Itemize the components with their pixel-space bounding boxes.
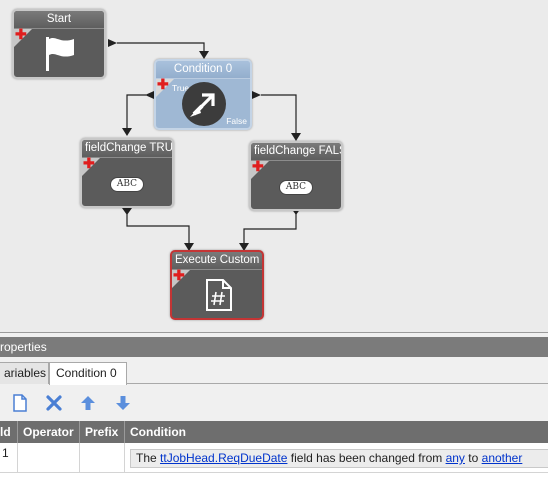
wire-condition-true — [126, 94, 146, 128]
field-link[interactable]: ttJobHead.ReqDueDate — [160, 451, 287, 465]
from-value-link[interactable]: any — [446, 451, 465, 465]
false-branch-label: False — [226, 116, 247, 126]
workflow-canvas[interactable]: Start ✚ Condition 0 ✚ True False fieldCh… — [0, 0, 548, 332]
properties-tabs: ariables Condition 0 — [0, 360, 548, 385]
execute-custom-code-node[interactable]: Execute Custom Co ✚ — [170, 250, 264, 320]
wire-start-to-condition — [117, 42, 205, 52]
wire-true-to-execute — [126, 214, 190, 243]
column-header-id[interactable]: ld — [0, 421, 18, 443]
in-port-field-true — [122, 128, 132, 136]
text-value-badge: ABC — [279, 180, 313, 195]
out-port-true — [145, 91, 154, 99]
move-down-icon[interactable] — [113, 393, 133, 413]
field-change-true-node[interactable]: fieldChange TRUE ✚ ABC — [80, 138, 174, 208]
in-port-condition — [199, 51, 209, 59]
condition-grid: ld Operator Prefix Condition 1 The ttJob… — [0, 421, 548, 495]
add-icon[interactable]: ✚ — [83, 156, 95, 170]
table-row[interactable]: 1 The ttJobHead.ReqDueDate field has bee… — [0, 443, 548, 473]
condition-node-title: Condition 0 — [156, 61, 250, 79]
flag-icon — [46, 37, 74, 71]
cell-id: 1 — [0, 443, 18, 473]
move-up-icon[interactable] — [78, 393, 98, 413]
text-value-badge: ABC — [110, 177, 144, 192]
cell-prefix[interactable] — [80, 443, 125, 473]
condition-node[interactable]: Condition 0 ✚ True False — [154, 59, 252, 130]
column-header-prefix[interactable]: Prefix — [80, 421, 125, 443]
condition-text-middle: field has been changed from — [290, 451, 443, 465]
out-port-start — [108, 39, 117, 47]
add-icon[interactable]: ✚ — [252, 159, 264, 173]
out-port-false — [252, 91, 261, 99]
add-icon[interactable]: ✚ — [173, 268, 185, 282]
new-document-icon[interactable] — [10, 393, 30, 413]
tab-condition-0[interactable]: Condition 0 — [49, 362, 127, 385]
delete-x-icon[interactable] — [44, 393, 64, 413]
wire-condition-false — [261, 94, 297, 134]
in-port-field-false — [291, 133, 301, 141]
condition-text-to: to — [468, 451, 479, 465]
wire-false-to-execute — [243, 214, 297, 243]
column-header-operator[interactable]: Operator — [18, 421, 80, 443]
code-file-icon — [206, 279, 232, 311]
out-port-field-true — [122, 208, 132, 215]
cell-operator[interactable] — [18, 443, 80, 473]
start-node[interactable]: Start ✚ — [12, 9, 106, 79]
execute-custom-code-title: Execute Custom Co — [172, 252, 262, 270]
add-icon[interactable]: ✚ — [15, 27, 27, 41]
properties-header: roperties — [0, 337, 548, 357]
properties-panel: roperties ariables Condition 0 ld Operat… — [0, 332, 548, 495]
condition-text-the: The — [136, 451, 157, 465]
field-change-false-title: fieldChange FALSE — [251, 143, 341, 161]
condition-toolbar — [0, 385, 548, 419]
field-change-true-title: fieldChange TRUE — [82, 140, 172, 158]
add-icon[interactable]: ✚ — [157, 77, 169, 91]
grid-header: ld Operator Prefix Condition — [0, 421, 548, 443]
field-change-false-node[interactable]: fieldChange FALSE ✚ ABC — [249, 141, 343, 211]
column-header-condition[interactable]: Condition — [125, 421, 548, 443]
tab-variables[interactable]: ariables — [0, 362, 49, 384]
to-value-link[interactable]: another — [482, 451, 523, 465]
start-node-title: Start — [14, 11, 104, 29]
condition-expression: The ttJobHead.ReqDueDate field has been … — [130, 449, 548, 468]
condition-branch-icon — [182, 82, 226, 126]
